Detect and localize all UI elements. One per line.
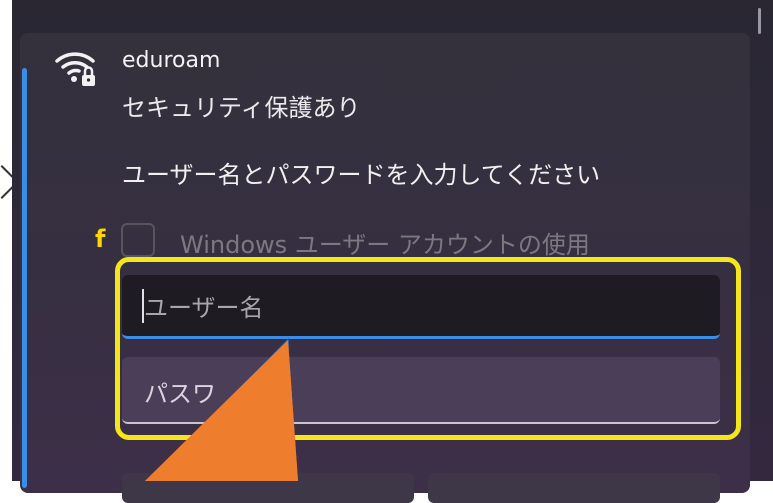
wifi-secured-icon — [55, 52, 95, 86]
connect-button[interactable] — [122, 473, 414, 503]
credentials-prompt: ユーザー名とパスワードを入力してください — [122, 161, 601, 189]
highlight-box — [115, 257, 741, 440]
windows-account-checkbox[interactable] — [121, 223, 155, 257]
cancel-button[interactable] — [428, 473, 720, 503]
network-name: eduroam — [122, 48, 221, 73]
scrollbar[interactable] — [758, 8, 761, 34]
step-label: f — [95, 225, 106, 253]
security-status: セキュリティ保護あり — [122, 94, 361, 122]
selected-indicator — [22, 68, 27, 488]
windows-account-checkbox-label: Windows ユーザー アカウントの使用 — [180, 231, 590, 259]
